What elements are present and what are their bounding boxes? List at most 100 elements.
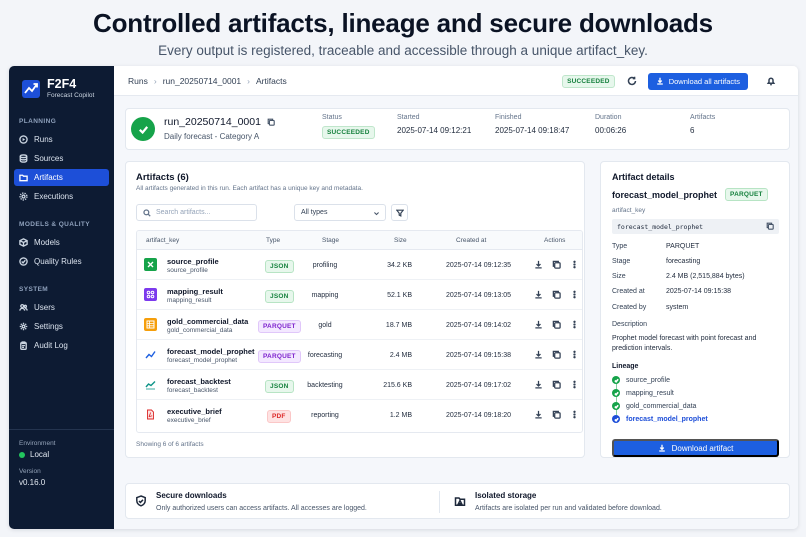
run-summary-card: run_20250714_0001 Daily forecast - Categ… xyxy=(125,108,790,150)
type-badge: JSON xyxy=(265,290,294,303)
copy-icon[interactable] xyxy=(552,260,561,269)
summary-started: Started 2025-07-14 09:12:21 xyxy=(397,114,471,135)
copy-icon[interactable] xyxy=(552,290,561,299)
row-actions xyxy=(534,320,579,329)
app-window: F2F4 Forecast Copilot PLANNING Runs Sour… xyxy=(9,66,798,529)
size-cell: 215.6 KB xyxy=(383,382,412,389)
more-vertical-icon[interactable] xyxy=(570,350,579,359)
sidebar-item-audit-log[interactable]: Audit Log xyxy=(14,337,109,354)
sidebar-item-label: Audit Log xyxy=(34,341,68,350)
summary-duration: Duration 00:06:26 xyxy=(595,114,626,135)
sidebar-item-sources[interactable]: Sources xyxy=(14,150,109,167)
sidebar-item-users[interactable]: Users xyxy=(14,299,109,316)
search-input[interactable]: Search artifacts... xyxy=(136,204,257,221)
row-actions xyxy=(534,380,579,389)
details-title: Artifact details xyxy=(612,172,675,182)
col-artifact-key[interactable]: artifact_key xyxy=(146,237,179,244)
spreadsheet-icon xyxy=(144,258,157,271)
artifact-key: forecast_model_prophet xyxy=(167,357,238,364)
more-vertical-icon[interactable] xyxy=(570,410,579,419)
download-icon[interactable] xyxy=(534,290,543,299)
hero: Controlled artifacts, lineage and secure… xyxy=(0,0,806,64)
type-filter-select[interactable]: All types xyxy=(294,204,386,221)
download-icon[interactable] xyxy=(534,260,543,269)
copy-icon[interactable] xyxy=(766,222,774,230)
chevron-right-icon: › xyxy=(247,75,250,86)
size-cell: 2.4 MB xyxy=(389,352,412,359)
details-type-badge: PARQUET xyxy=(725,188,768,201)
more-vertical-icon[interactable] xyxy=(570,290,579,299)
started-label: Started xyxy=(397,114,420,121)
download-artifact-button[interactable]: Download artifact xyxy=(612,439,779,457)
footer-divider xyxy=(439,491,440,513)
sidebar-item-quality-rules[interactable]: Quality Rules xyxy=(14,253,109,270)
lineage-item[interactable]: gold_commercial_data xyxy=(612,402,696,410)
col-size[interactable]: Size xyxy=(394,237,407,244)
table-row[interactable]: source_profile source_profile JSON profi… xyxy=(137,250,582,280)
details-name: forecast_model_prophet PARQUET xyxy=(612,188,768,201)
artifacts-card: Artifacts (6) All artifacts generated in… xyxy=(125,161,585,458)
notifications-button[interactable] xyxy=(766,76,776,86)
refresh-button[interactable] xyxy=(627,76,637,86)
download-icon xyxy=(658,444,665,452)
col-type[interactable]: Type xyxy=(266,237,280,244)
lineage-item-label: forecast_model_prophet xyxy=(626,415,708,423)
detail-label: Stage xyxy=(612,258,631,265)
lineage-item-label: mapping_result xyxy=(626,389,674,397)
environment-label: Environment xyxy=(19,440,56,447)
lineage-item[interactable]: source_profile xyxy=(612,376,670,384)
download-icon[interactable] xyxy=(534,410,543,419)
lineage-item[interactable]: mapping_result xyxy=(612,389,674,397)
cog-icon xyxy=(19,192,28,201)
detail-label: Created at xyxy=(612,288,645,295)
table-row[interactable]: gold_commercial_data gold_commercial_dat… xyxy=(137,310,582,340)
breadcrumb-run[interactable]: run_20250714_0001 xyxy=(163,76,241,86)
table-row[interactable]: executive_brief executive_brief PDF repo… xyxy=(137,400,582,430)
finished-label: Finished xyxy=(495,114,522,121)
created-cell: 2025-07-14 09:14:02 xyxy=(446,322,511,329)
description-label: Description xyxy=(612,321,648,328)
hero-subtitle: Every output is registered, traceable an… xyxy=(158,43,648,58)
sidebar-item-runs[interactable]: Runs xyxy=(14,131,109,148)
size-cell: 34.2 KB xyxy=(387,262,412,269)
more-vertical-icon[interactable] xyxy=(570,380,579,389)
sidebar-item-settings[interactable]: Settings xyxy=(14,318,109,335)
download-icon[interactable] xyxy=(534,320,543,329)
artifact-key-field[interactable]: forecast_model_prophet xyxy=(612,219,779,234)
table-row[interactable]: forecast_backtest forecast_backtest JSON… xyxy=(137,370,582,400)
sidebar-item-executions[interactable]: Executions xyxy=(14,188,109,205)
summary-artifacts: Artifacts 6 xyxy=(690,114,715,135)
copy-icon[interactable] xyxy=(552,320,561,329)
col-stage[interactable]: Stage xyxy=(322,237,339,244)
lineage-item-label: gold_commercial_data xyxy=(626,402,697,410)
sidebar-item-label: Sources xyxy=(34,154,64,163)
breadcrumb-runs[interactable]: Runs xyxy=(128,76,148,86)
download-icon[interactable] xyxy=(534,350,543,359)
copy-icon[interactable] xyxy=(267,118,275,126)
detail-value: system xyxy=(666,304,689,311)
section-system: SYSTEM xyxy=(19,286,49,293)
sidebar-item-label: Settings xyxy=(34,322,63,331)
sidebar-item-artifacts[interactable]: Artifacts xyxy=(14,169,109,186)
sidebar-item-models[interactable]: Models xyxy=(14,234,109,251)
more-vertical-icon[interactable] xyxy=(570,260,579,269)
col-created-at[interactable]: Created at xyxy=(456,237,486,244)
chevron-down-icon xyxy=(374,212,379,216)
artifacts-label: Artifacts xyxy=(690,114,716,121)
brand-logo[interactable]: F2F4 Forecast Copilot xyxy=(9,66,114,102)
run-id-text: run_20250714_0001 xyxy=(164,116,261,128)
lineage-item-current[interactable]: forecast_model_prophet xyxy=(612,415,708,423)
mapping-icon xyxy=(144,288,157,301)
artifact-name: gold_commercial_data xyxy=(167,317,249,326)
download-icon[interactable] xyxy=(534,380,543,389)
copy-icon[interactable] xyxy=(552,350,561,359)
table-row[interactable]: forecast_model_prophet forecast_model_pr… xyxy=(137,340,582,370)
copy-icon[interactable] xyxy=(552,380,561,389)
table-row[interactable]: mapping_result mapping_result JSON mappi… xyxy=(137,280,582,310)
type-badge: PDF xyxy=(267,410,291,423)
copy-icon[interactable] xyxy=(552,410,561,419)
filter-button[interactable] xyxy=(391,204,408,221)
more-vertical-icon[interactable] xyxy=(570,320,579,329)
artifact-name: mapping_result xyxy=(167,287,223,296)
download-all-button[interactable]: Download all artifacts xyxy=(647,72,748,90)
